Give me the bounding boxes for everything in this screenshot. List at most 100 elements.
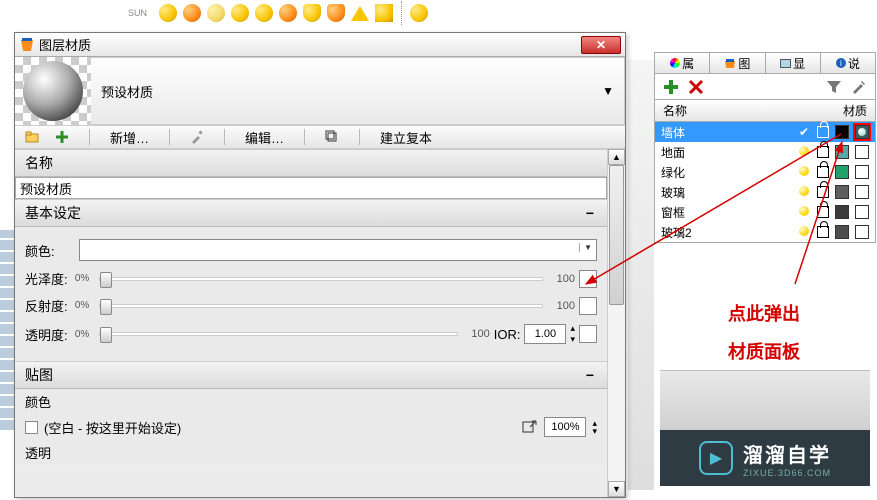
ior-label: IOR: [494,327,521,342]
bulb-icon[interactable] [799,226,809,236]
material-dot[interactable] [855,125,869,139]
spinner-icon[interactable]: ▴▾ [592,419,597,435]
orb-icon[interactable] [410,4,428,22]
section-name-header[interactable]: 名称 [15,149,607,177]
monitor-icon [780,59,791,68]
scroll-up-icon[interactable]: ▲ [608,149,625,165]
orb-icon[interactable] [183,4,201,22]
reflect-map-box[interactable] [579,297,597,315]
color-picker[interactable] [79,239,597,261]
new-material-button[interactable]: 新增… [110,128,149,147]
material-name-input[interactable] [15,177,607,199]
dialog-toolbar: 新增… 编辑… 建立复本 [15,125,625,149]
add-button[interactable] [55,130,69,144]
scroll-down-icon[interactable]: ▼ [608,481,625,497]
layer-name: 窗框 [661,204,791,221]
color-swatch[interactable] [835,145,849,159]
edit-material-button[interactable]: 编辑… [245,128,284,147]
copy-icon-button[interactable] [325,130,339,144]
orb-icon[interactable] [207,4,225,22]
reflect-slider[interactable] [99,304,543,308]
color-swatch[interactable] [835,205,849,219]
orb-icon[interactable] [279,4,297,22]
map-color-checkbox[interactable] [25,421,38,434]
create-copy-button[interactable]: 建立复本 [380,128,432,147]
layer-row[interactable]: 玻璃2 [655,222,875,242]
section-basic-header[interactable]: 基本设定 − [15,199,607,227]
map-pct-input[interactable] [544,417,586,437]
orb-icon[interactable] [231,4,249,22]
preset-dropdown[interactable]: 预设材质 ▼ [91,57,625,125]
watermark-logo: ▶ 溜溜自学 ZIXUE.3D66.COM [660,430,870,486]
info-icon: i [836,58,846,68]
lock-icon[interactable] [817,126,829,138]
transp-label: 透明度: [25,325,69,344]
color-swatch[interactable] [835,225,849,239]
material-dot[interactable] [855,145,869,159]
map-alpha-label: 透明 [25,443,51,462]
add-layer-button[interactable] [663,79,679,95]
map-empty-label[interactable]: (空白 - 按这里开始设定) [44,418,516,437]
collapse-icon[interactable]: − [583,205,597,221]
dialog-title-text: 图层材质 [39,35,91,54]
material-dot[interactable] [855,165,869,179]
layer-list: 墙体✔地面绿化玻璃窗框玻璃2 [654,122,876,243]
transp-map-box[interactable] [579,325,597,343]
layer-name: 玻璃2 [661,224,791,241]
color-swatch[interactable] [835,125,849,139]
new-folder-button[interactable] [25,130,39,144]
ior-input[interactable] [524,324,566,344]
filter-icon[interactable] [826,79,842,95]
orb-icon[interactable] [327,4,345,22]
bulb-icon[interactable] [799,186,809,196]
orb-icon[interactable] [255,4,273,22]
tools-icon[interactable] [851,79,867,95]
layer-row[interactable]: 玻璃 [655,182,875,202]
tab-display[interactable]: 显 [766,53,821,73]
gloss-map-box[interactable] [579,270,597,288]
transp-slider[interactable] [99,332,458,336]
orb-icon[interactable] [303,4,321,22]
delete-layer-button[interactable] [688,79,704,95]
lock-icon[interactable] [817,146,829,158]
eyedropper-button[interactable] [190,130,204,144]
tab-properties[interactable]: 属 [655,53,710,73]
lock-icon[interactable] [817,186,829,198]
lock-icon[interactable] [817,226,829,238]
bulb-icon[interactable] [799,206,809,216]
orb-icon[interactable] [159,4,177,22]
material-dot[interactable] [855,205,869,219]
color-swatch[interactable] [835,165,849,179]
right-background [660,370,870,430]
goto-map-icon[interactable] [522,419,538,435]
dialog-scrollbar[interactable]: ▲ ▼ [607,149,625,497]
color-label: 颜色: [25,241,73,260]
layer-row[interactable]: 窗框 [655,202,875,222]
color-swatch[interactable] [835,185,849,199]
header-material[interactable]: 材质 [843,102,867,119]
material-swatch[interactable] [15,57,91,125]
lock-icon[interactable] [817,166,829,178]
material-dot[interactable] [855,185,869,199]
spinner-icon[interactable]: ▴▾ [570,323,575,345]
layer-row[interactable]: 地面 [655,142,875,162]
bulb-icon[interactable] [799,166,809,176]
section-map-header[interactable]: 贴图 − [15,361,607,389]
triangle-icon[interactable] [351,6,369,21]
layer-material-dialog: 图层材质 ✕ 预设材质 ▼ 新增… 编辑… 建立复本 [14,32,626,498]
bulb-icon[interactable] [799,146,809,156]
tab-help[interactable]: i说 [821,53,875,73]
material-dot[interactable] [855,225,869,239]
material-preview-row: 预设材质 ▼ [15,57,625,125]
dialog-titlebar[interactable]: 图层材质 ✕ [15,33,625,57]
orb-icon[interactable] [375,4,393,22]
close-button[interactable]: ✕ [581,36,621,54]
gloss-slider[interactable] [99,277,543,281]
layer-row[interactable]: 墙体✔ [655,122,875,142]
collapse-icon[interactable]: − [583,367,597,383]
header-name[interactable]: 名称 [663,102,843,119]
layer-row[interactable]: 绿化 [655,162,875,182]
scroll-thumb[interactable] [609,165,624,305]
tab-layers[interactable]: 图 [710,53,765,73]
lock-icon[interactable] [817,206,829,218]
